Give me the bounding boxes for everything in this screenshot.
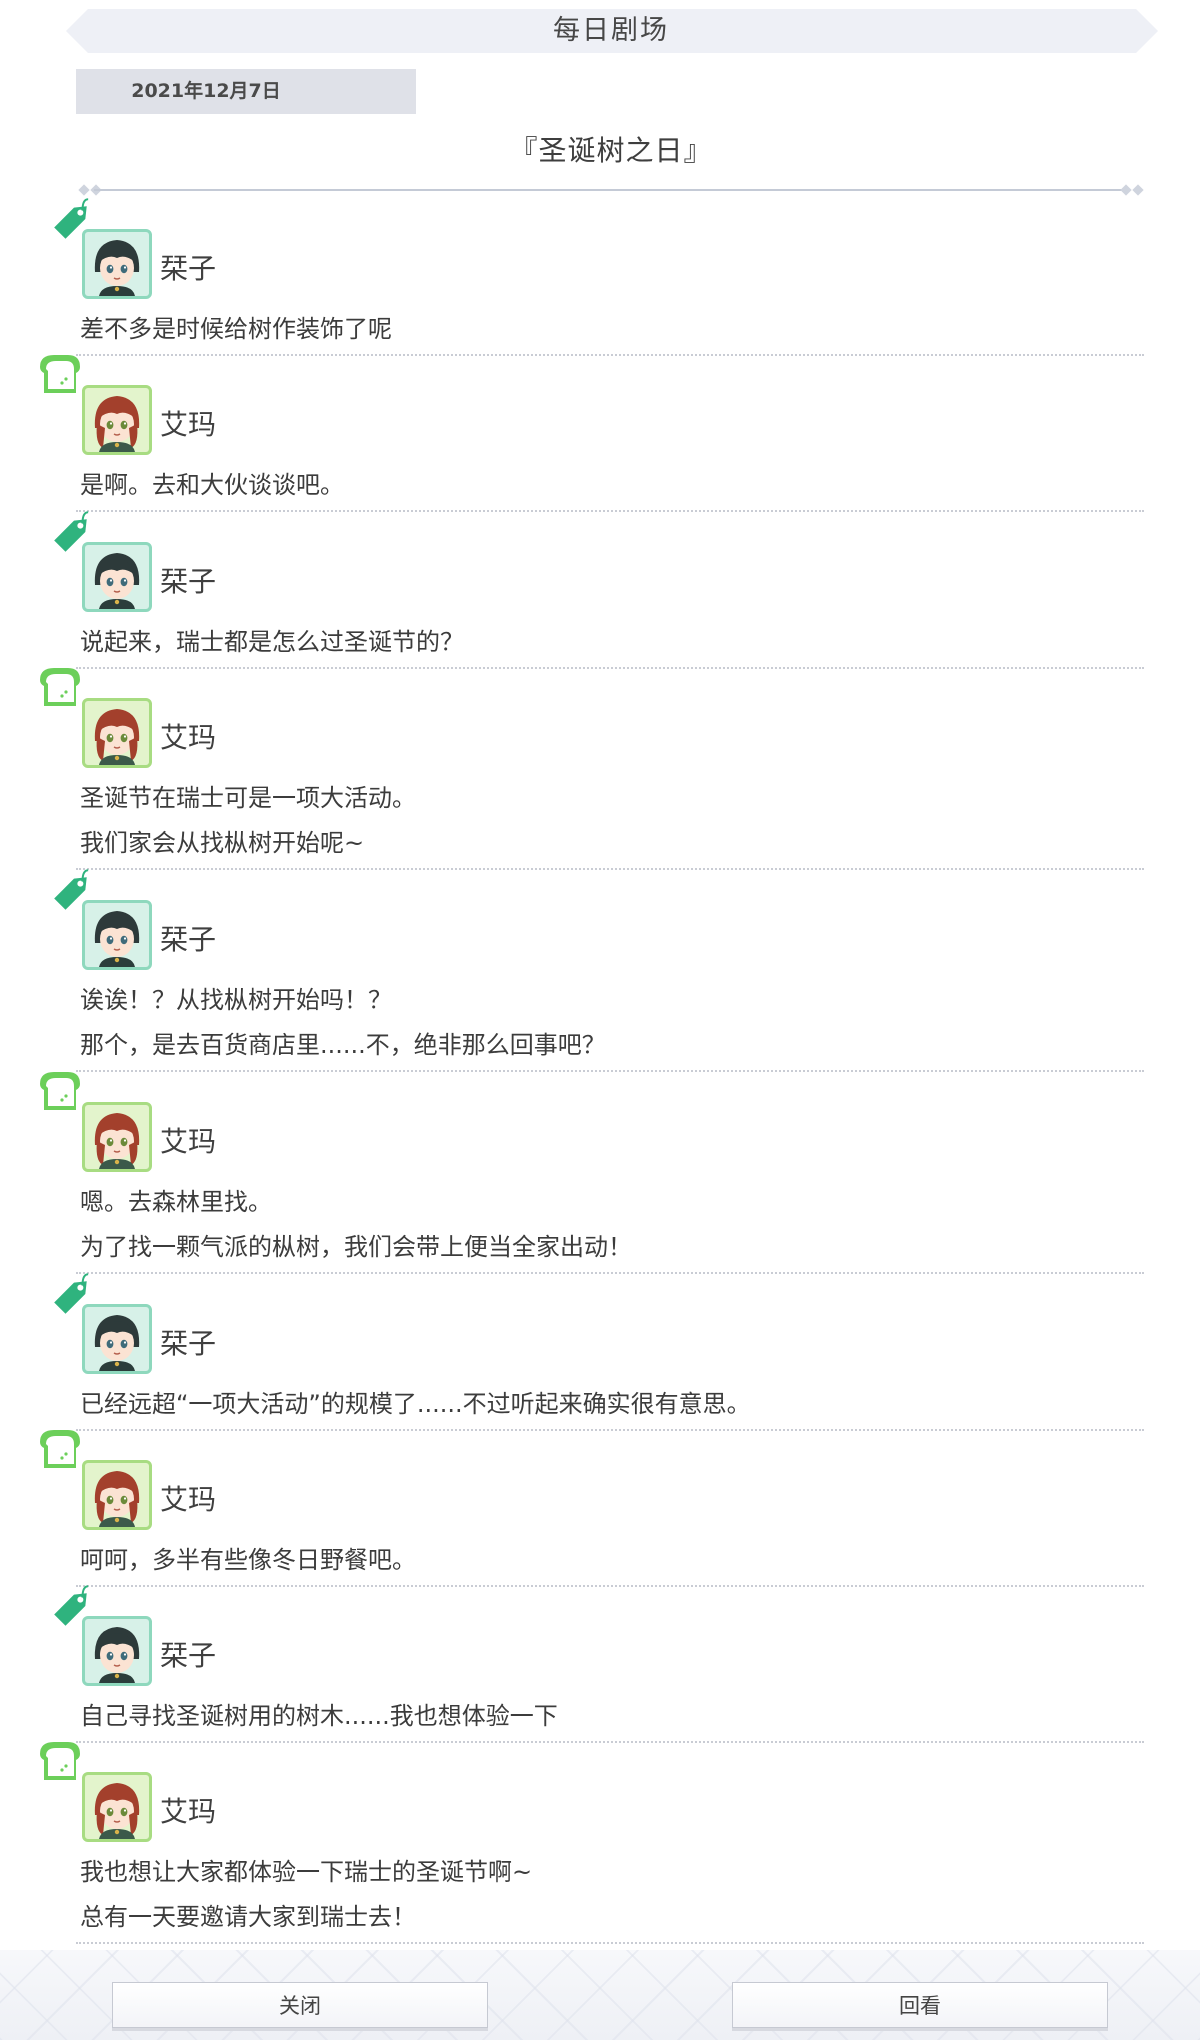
bread-icon (36, 349, 80, 395)
review-button[interactable]: 回看 (732, 1982, 1108, 2028)
speaker-name: 栞子 (160, 252, 217, 285)
dialogue-line: 已经远超“一项大活动”的规模了......不过听起来确实很有意思。 (80, 1390, 751, 1418)
dialogue-separator (76, 1741, 1144, 1743)
speaker-name: 艾玛 (160, 721, 217, 754)
speaker-name: 栞子 (160, 1327, 217, 1360)
dialogue-line: 说起来，瑞士都是怎么过圣诞节的？ (80, 628, 464, 656)
dialogue-separator (76, 1429, 1144, 1431)
dialogue-line: 诶诶！？从找枞树开始吗！？ (80, 986, 392, 1014)
bread-icon (36, 662, 80, 708)
dialogue-line: 我们家会从找枞树开始呢~ (80, 829, 365, 857)
speaker-name: 艾玛 (160, 1483, 217, 1516)
dialogue-line: 总有一天要邀请大家到瑞士去！ (80, 1903, 416, 1931)
dialogue-separator (76, 354, 1144, 356)
dialogue-line: 差不多是时候给树作装饰了呢 (80, 315, 392, 343)
dialogue-separator (76, 1272, 1144, 1274)
bread-icon (36, 1066, 80, 1112)
daily-theater-page: 每日剧场 2021年12月7日 『圣诞树之日』 栞子 差不多是时候给树作装饰了呢艾… (0, 0, 1200, 2040)
episode-title: 『圣诞树之日』 (509, 134, 713, 167)
page-title: 每日剧场 (553, 15, 669, 46)
dialogue-separator (76, 1585, 1144, 1587)
avatar-emma (82, 1460, 152, 1530)
speaker-name: 栞子 (160, 923, 217, 956)
dialogue-line: 那个，是去百货商店里......不，绝非那么回事吧？ (80, 1031, 606, 1059)
bread-icon (36, 1424, 80, 1470)
avatar-emma (82, 1772, 152, 1842)
dialogue-line: 为了找一颗气派的枞树，我们会带上便当全家出动！ (80, 1233, 632, 1261)
dialogue-line: 自己寻找圣诞树用的树木......我也想体验一下 (80, 1702, 558, 1730)
dialogue-separator (76, 667, 1144, 669)
speaker-name: 艾玛 (160, 408, 217, 441)
avatar-shioriko (82, 229, 152, 299)
dialogue-line: 嗯。去森林里找。 (80, 1188, 272, 1216)
dialogue-line: 是啊。去和大伙谈谈吧。 (80, 471, 344, 499)
dialogue-separator (76, 510, 1144, 512)
date-label: 2021年12月7日 (76, 69, 416, 114)
close-button[interactable]: 关闭 (112, 1982, 488, 2028)
dialogue-separator (76, 1070, 1144, 1072)
avatar-shioriko (82, 900, 152, 970)
avatar-emma (82, 1102, 152, 1172)
avatar-shioriko (82, 1304, 152, 1374)
bread-icon (36, 1736, 80, 1782)
dialogue-line: 我也想让大家都体验一下瑞士的圣诞节啊~ (80, 1858, 533, 1886)
dialogue-separator (76, 868, 1144, 870)
dialogue-separator (76, 1942, 1144, 1944)
dialogue-line: 圣诞节在瑞士可是一项大活动。 (80, 784, 416, 812)
speaker-name: 艾玛 (160, 1795, 217, 1828)
speaker-name: 栞子 (160, 565, 217, 598)
avatar-shioriko (82, 1616, 152, 1686)
dialogue-line: 呵呵，多半有些像冬日野餐吧。 (80, 1546, 416, 1574)
speaker-name: 栞子 (160, 1639, 217, 1672)
avatar-emma (82, 385, 152, 455)
title-divider (78, 184, 1144, 196)
avatar-emma (82, 698, 152, 768)
speaker-name: 艾玛 (160, 1125, 217, 1158)
avatar-shioriko (82, 542, 152, 612)
